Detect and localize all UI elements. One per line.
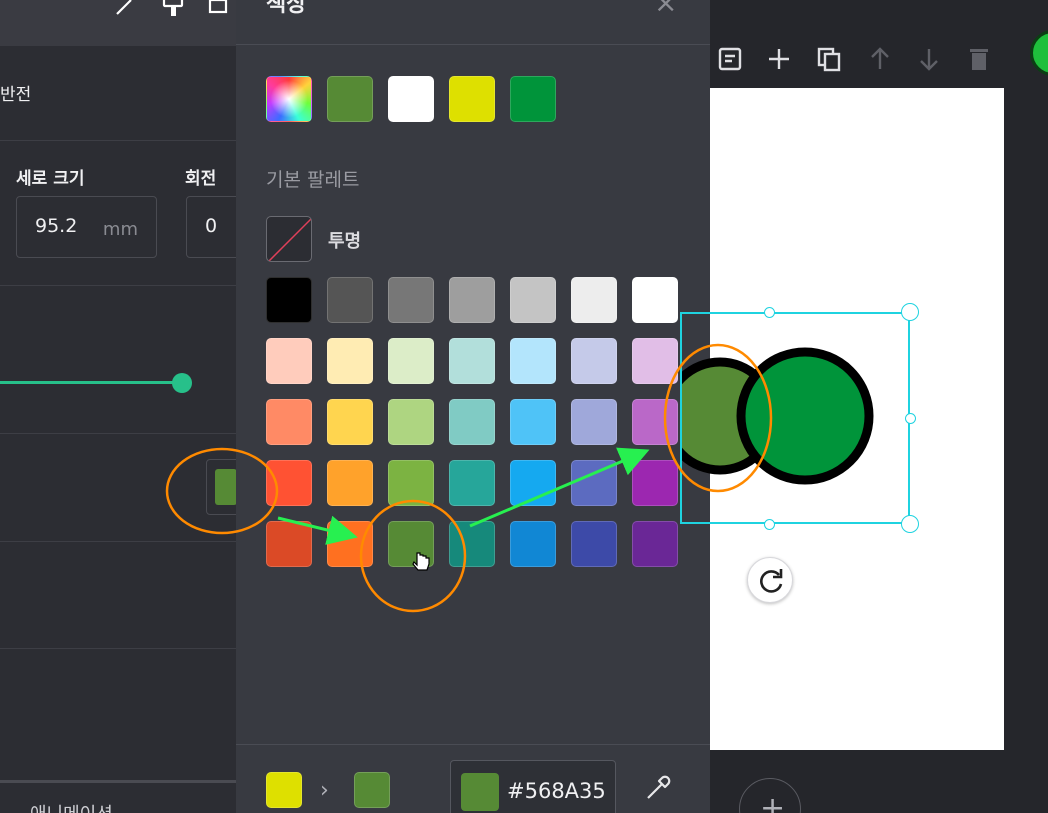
palette-swatch[interactable]	[327, 277, 373, 323]
custom-color-picker-icon[interactable]	[266, 76, 312, 122]
selection-box[interactable]	[680, 312, 910, 524]
palette-swatch[interactable]	[449, 399, 495, 445]
resize-handle-top[interactable]	[764, 307, 775, 318]
magic-wand-icon[interactable]	[113, 0, 139, 18]
height-value: 95.2	[35, 215, 78, 237]
palette-swatch[interactable]	[266, 277, 312, 323]
palette-swatch[interactable]	[510, 338, 556, 384]
rotate-icon	[760, 569, 783, 593]
hex-color-swatch	[461, 773, 499, 811]
palette-swatch[interactable]	[266, 338, 312, 384]
palette-swatch[interactable]	[571, 277, 617, 323]
palette-swatch[interactable]	[571, 521, 617, 567]
resize-handle-bottom-right[interactable]	[901, 515, 919, 533]
palette-swatch[interactable]	[449, 338, 495, 384]
palette-swatch[interactable]	[327, 338, 373, 384]
divider	[236, 44, 710, 45]
paint-roller-icon[interactable]	[161, 0, 187, 18]
no-color-icon	[268, 218, 311, 261]
opacity-slider-track[interactable]	[0, 381, 182, 384]
left-toolbar	[0, 0, 236, 46]
opacity-slider-thumb[interactable]	[172, 373, 192, 393]
divider	[0, 433, 236, 434]
palette-swatch[interactable]	[571, 399, 617, 445]
lock-icon[interactable]	[207, 0, 233, 18]
palette-swatch[interactable]	[266, 399, 312, 445]
height-unit: mm	[102, 219, 138, 240]
hex-input[interactable]: #568A35	[450, 760, 616, 813]
chevron-right-icon: ›	[320, 778, 329, 803]
arrow-up-icon[interactable]	[866, 45, 894, 73]
palette-swatch[interactable]	[510, 521, 556, 567]
palette-swatch[interactable]	[632, 460, 678, 506]
recent-color-swatch[interactable]	[449, 76, 495, 122]
divider	[0, 285, 236, 286]
palette-swatch[interactable]	[327, 399, 373, 445]
resize-handle-right[interactable]	[905, 413, 916, 424]
fill-color-swatch	[215, 469, 237, 505]
color-panel-title: 색상	[266, 0, 307, 17]
palette-swatch[interactable]	[388, 277, 434, 323]
animation-tab[interactable]: 애니메이션	[30, 800, 113, 813]
add-icon[interactable]	[765, 45, 793, 73]
hex-value: #568A35	[507, 779, 606, 803]
resize-handle-bottom[interactable]	[764, 519, 775, 530]
palette-swatch[interactable]	[449, 521, 495, 567]
palette-swatch[interactable]	[632, 277, 678, 323]
palette-swatch[interactable]	[510, 460, 556, 506]
resize-handle-top-right[interactable]	[901, 303, 919, 321]
previous-color-swatch	[266, 772, 302, 808]
palette-swatch[interactable]	[449, 277, 495, 323]
rotate-value: 0	[205, 215, 218, 237]
palette-swatch[interactable]	[388, 521, 434, 567]
palette-swatch[interactable]	[571, 338, 617, 384]
divider	[236, 744, 710, 745]
rotate-label: 회전	[185, 169, 217, 189]
palette-swatch[interactable]	[632, 399, 678, 445]
palette-swatch[interactable]	[388, 399, 434, 445]
rotate-button[interactable]	[747, 557, 793, 603]
recent-color-swatch[interactable]	[510, 76, 556, 122]
divider	[0, 541, 236, 542]
recent-color-swatch[interactable]	[388, 76, 434, 122]
color-picker-panel: 색상 × 기본 팔레트 투명 › #568A35	[236, 0, 710, 813]
palette-swatch[interactable]	[449, 460, 495, 506]
palette-swatch[interactable]	[327, 460, 373, 506]
close-icon[interactable]: ×	[654, 0, 677, 19]
palette-swatch[interactable]	[571, 460, 617, 506]
flip-label: 반전	[0, 85, 32, 105]
palette-swatch[interactable]	[388, 460, 434, 506]
palette-swatch[interactable]	[388, 338, 434, 384]
app-badge-icon[interactable]	[1030, 30, 1048, 76]
palette-swatch[interactable]	[327, 521, 373, 567]
transparent-swatch[interactable]	[266, 216, 312, 262]
add-page-button[interactable]: +	[739, 778, 801, 813]
palette-swatch[interactable]	[266, 460, 312, 506]
duplicate-icon[interactable]	[815, 45, 843, 73]
eyedropper-icon[interactable]	[644, 772, 674, 802]
notes-icon[interactable]	[716, 45, 744, 73]
palette-swatch[interactable]	[632, 521, 678, 567]
divider	[0, 140, 236, 141]
palette-label: 기본 팔레트	[266, 169, 360, 191]
recent-color-swatch[interactable]	[327, 76, 373, 122]
transparent-label: 투명	[328, 231, 362, 252]
palette-swatch[interactable]	[510, 399, 556, 445]
height-field[interactable]: 95.2 mm	[16, 196, 157, 258]
properties-panel: 반전 세로 크기 회전 95.2 mm 0 애니메이션	[0, 0, 256, 813]
divider	[0, 648, 236, 649]
palette-swatch[interactable]	[632, 338, 678, 384]
arrow-down-icon[interactable]	[915, 45, 943, 73]
new-color-swatch	[354, 772, 390, 808]
tab-underline	[0, 780, 236, 783]
palette-swatch[interactable]	[266, 521, 312, 567]
height-label: 세로 크기	[16, 169, 85, 189]
trash-icon[interactable]	[965, 45, 993, 73]
palette-swatch[interactable]	[510, 277, 556, 323]
add-page-label: +	[760, 791, 786, 813]
